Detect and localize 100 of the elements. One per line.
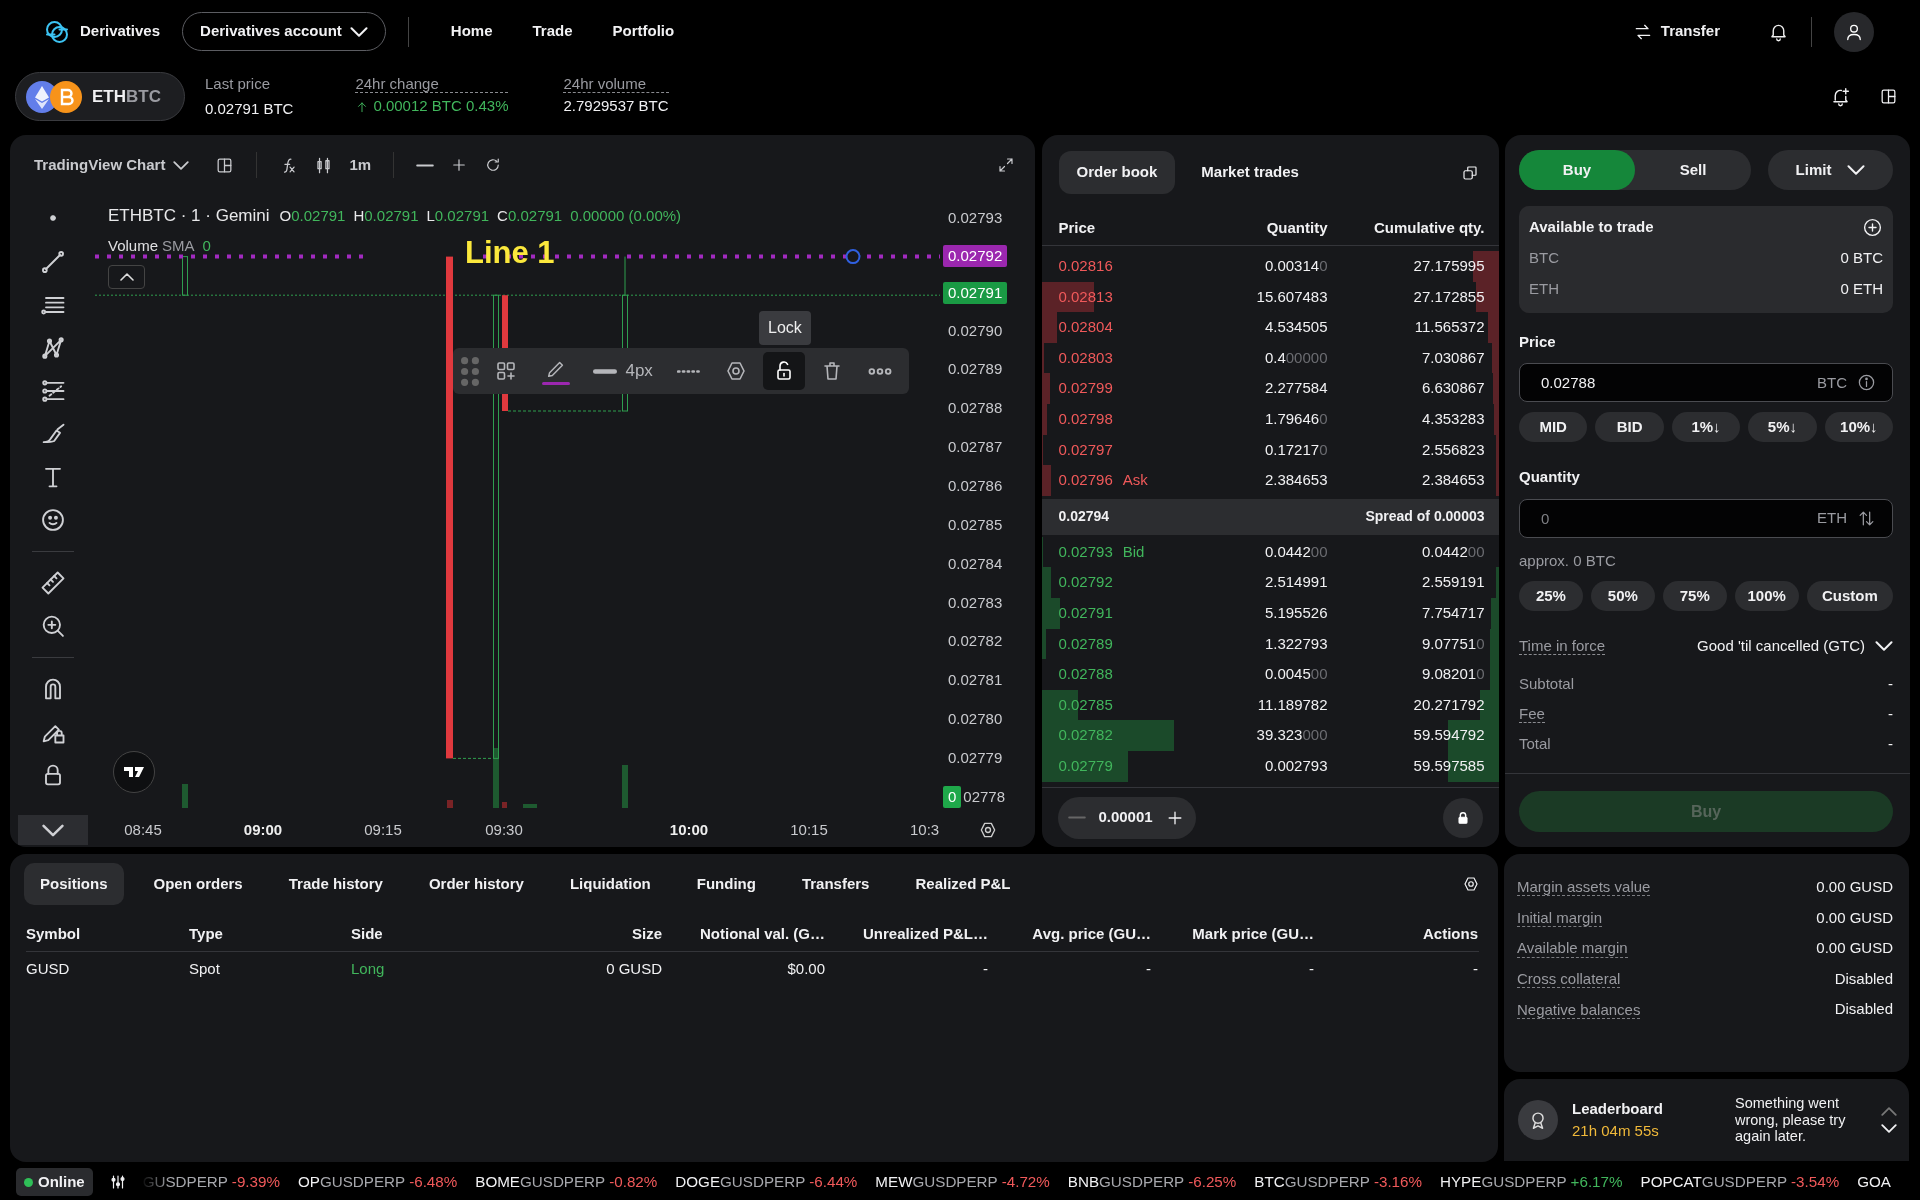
volume-label: Volume xyxy=(108,236,159,256)
size-preset-button[interactable]: 100% xyxy=(1734,581,1799,611)
chevron-down-icon[interactable] xyxy=(1881,1124,1897,1133)
price-cell[interactable]: 0.02804 xyxy=(1058,316,1113,339)
settings-icon[interactable] xyxy=(1462,875,1480,893)
chevron-up-icon[interactable] xyxy=(1881,1107,1897,1116)
nav-link[interactable]: Trade xyxy=(512,20,593,43)
column-header: Avg. price (GU… xyxy=(1031,923,1151,944)
sliders-icon[interactable] xyxy=(108,1173,127,1191)
cumulative-cell-text: 2.384653 xyxy=(1420,470,1485,491)
price-cell[interactable]: 0.02797 xyxy=(1058,438,1113,462)
panel-tab[interactable]: Transfers xyxy=(785,862,886,906)
error-message: Something went wrong, please try again later. xyxy=(1735,1095,1847,1145)
panel-tab[interactable]: Open orders xyxy=(137,862,259,906)
price-preset-button[interactable]: 1%↓ xyxy=(1671,412,1741,442)
line-handle[interactable] xyxy=(845,249,861,265)
market-ticker[interactable]: HYPEGUSDPERP +6.17% xyxy=(1440,1170,1623,1194)
collapse-tools-button[interactable] xyxy=(17,815,88,845)
price-cell[interactable]: 0.02785 xyxy=(1058,693,1113,717)
price-cell[interactable]: 0.02799 xyxy=(1058,377,1113,400)
panel-tab[interactable]: Order history xyxy=(412,862,540,906)
quantity-cell-text: 2.277584 xyxy=(1263,378,1328,399)
price-preset-button[interactable]: 10%↓ xyxy=(1824,412,1894,442)
chevron-up-icon xyxy=(119,273,134,281)
price-cell[interactable]: 0.02782 xyxy=(1058,724,1113,747)
size-preset-button[interactable]: 25% xyxy=(1519,581,1583,611)
price-cell[interactable]: 0.02803 xyxy=(1058,346,1113,370)
panel-tab[interactable]: Realized P&L xyxy=(899,862,1027,906)
transfer-button[interactable]: Transfer xyxy=(1624,16,1728,47)
profile-avatar[interactable] xyxy=(1834,11,1874,52)
collapse-legend-button[interactable] xyxy=(108,265,145,289)
price-cell[interactable]: 0.02789 xyxy=(1058,632,1113,656)
order-type-dropdown[interactable]: Limit xyxy=(1768,150,1893,190)
market-ticker[interactable]: OPGUSDPERP -6.48% xyxy=(298,1170,458,1194)
size-preset-button[interactable]: Custom xyxy=(1806,581,1893,611)
line-color-swatch[interactable] xyxy=(541,381,570,385)
price-cell[interactable]: 0.02796 xyxy=(1058,469,1113,492)
side-tab[interactable]: Buy xyxy=(1519,150,1635,190)
drag-handle-icon[interactable] xyxy=(461,356,479,386)
btc-coin-icon xyxy=(50,80,82,113)
panel-tab[interactable]: Positions xyxy=(24,862,124,906)
size-preset-button[interactable]: 75% xyxy=(1662,581,1727,611)
time-in-force-dropdown[interactable]: Good 'til cancelled (GTC) xyxy=(1697,634,1893,658)
market-ticker[interactable]: DOGEGUSDPERP -6.44% xyxy=(675,1170,858,1194)
expand-icon[interactable] xyxy=(997,156,1015,174)
panel-tab[interactable]: Liquidation xyxy=(553,862,667,906)
price-cell[interactable]: 0.02792 xyxy=(1058,571,1113,594)
nav-link[interactable]: Home xyxy=(430,20,513,43)
popout-icon[interactable] xyxy=(1460,163,1479,182)
add-funds-icon[interactable] xyxy=(1862,216,1883,238)
dotted-line-icon[interactable] xyxy=(676,368,701,374)
size-preset-button[interactable]: 50% xyxy=(1590,581,1655,611)
price-cell[interactable]: 0.02779 xyxy=(1058,754,1113,778)
quantity-cell-text: 0.172170 xyxy=(1263,439,1328,460)
interval-button[interactable]: 1m xyxy=(349,153,372,177)
alert-bell-icon[interactable] xyxy=(1830,86,1851,107)
more-icon[interactable] xyxy=(867,367,892,375)
price-cell[interactable]: 0.02798 xyxy=(1058,408,1113,431)
chart-selector[interactable]: TradingView Chart xyxy=(34,153,190,177)
quantity-cell-text: 1.796460 xyxy=(1263,409,1328,429)
market-ticker[interactable]: BTCGUSDPERP -3.16% xyxy=(1254,1170,1422,1194)
price-cell[interactable]: 0.02793 xyxy=(1058,540,1113,564)
summary-label: Subtotal xyxy=(1519,673,1575,694)
margin-label: Initial margin xyxy=(1517,908,1603,927)
stat-label: 24hr volume xyxy=(563,75,669,94)
margin-value: 0.00 GUSD xyxy=(1816,938,1893,959)
layout-icon[interactable] xyxy=(1879,87,1898,106)
info-icon[interactable] xyxy=(1857,373,1876,392)
legend-label: C xyxy=(497,206,508,226)
price-cell[interactable]: 0.02813 xyxy=(1058,285,1113,309)
market-selector[interactable]: ETHBTC xyxy=(15,72,185,121)
market-ticker[interactable]: BOMEGUSDPERP -0.82% xyxy=(475,1170,658,1194)
price-cell[interactable]: 0.02791 xyxy=(1058,602,1113,625)
side-label: Bid xyxy=(1122,541,1145,562)
column-header: Side xyxy=(351,923,384,944)
price-cell[interactable]: 0.02788 xyxy=(1058,663,1113,686)
connection-status: Online xyxy=(16,1168,93,1196)
market-ticker[interactable]: GUSDPERP -9.39% xyxy=(142,1170,280,1194)
cumulative-cell-text: 7.030867 xyxy=(1420,347,1485,368)
market-ticker[interactable]: MEWGUSDPERP -4.72% xyxy=(875,1170,1050,1194)
market-ticker[interactable]: BNBGUSDPERP -6.25% xyxy=(1067,1170,1237,1194)
panel-tab[interactable]: Trade history xyxy=(272,862,399,906)
price-preset-button[interactable]: BID xyxy=(1595,412,1664,442)
line-label: Line 1 xyxy=(465,237,555,268)
price-preset-button[interactable]: 5%↓ xyxy=(1748,412,1817,442)
dot-tool-icon[interactable] xyxy=(47,213,58,223)
price-preset-button[interactable]: MID xyxy=(1519,412,1588,442)
line-width-button[interactable]: 4px xyxy=(584,352,662,390)
market-ticker[interactable]: POPCATGUSDPERP -3.54% xyxy=(1640,1170,1840,1194)
price-cell[interactable]: 0.02816 xyxy=(1058,255,1113,278)
market-ticker[interactable]: GOA xyxy=(1857,1170,1891,1194)
price-tag: 0.02792 xyxy=(943,244,1008,267)
column-header: Mark price (GU… xyxy=(1191,923,1314,944)
panel-tab[interactable]: Order book xyxy=(1058,151,1176,194)
nav-link[interactable]: Portfolio xyxy=(592,20,695,43)
panel-tab[interactable]: Funding xyxy=(680,862,772,906)
panel-tab[interactable]: Market trades xyxy=(1183,151,1317,194)
side-tab[interactable]: Sell xyxy=(1635,150,1751,190)
minus-icon[interactable] xyxy=(416,162,435,168)
stat-value: 0.00012 BTC 0.43% xyxy=(373,96,509,117)
